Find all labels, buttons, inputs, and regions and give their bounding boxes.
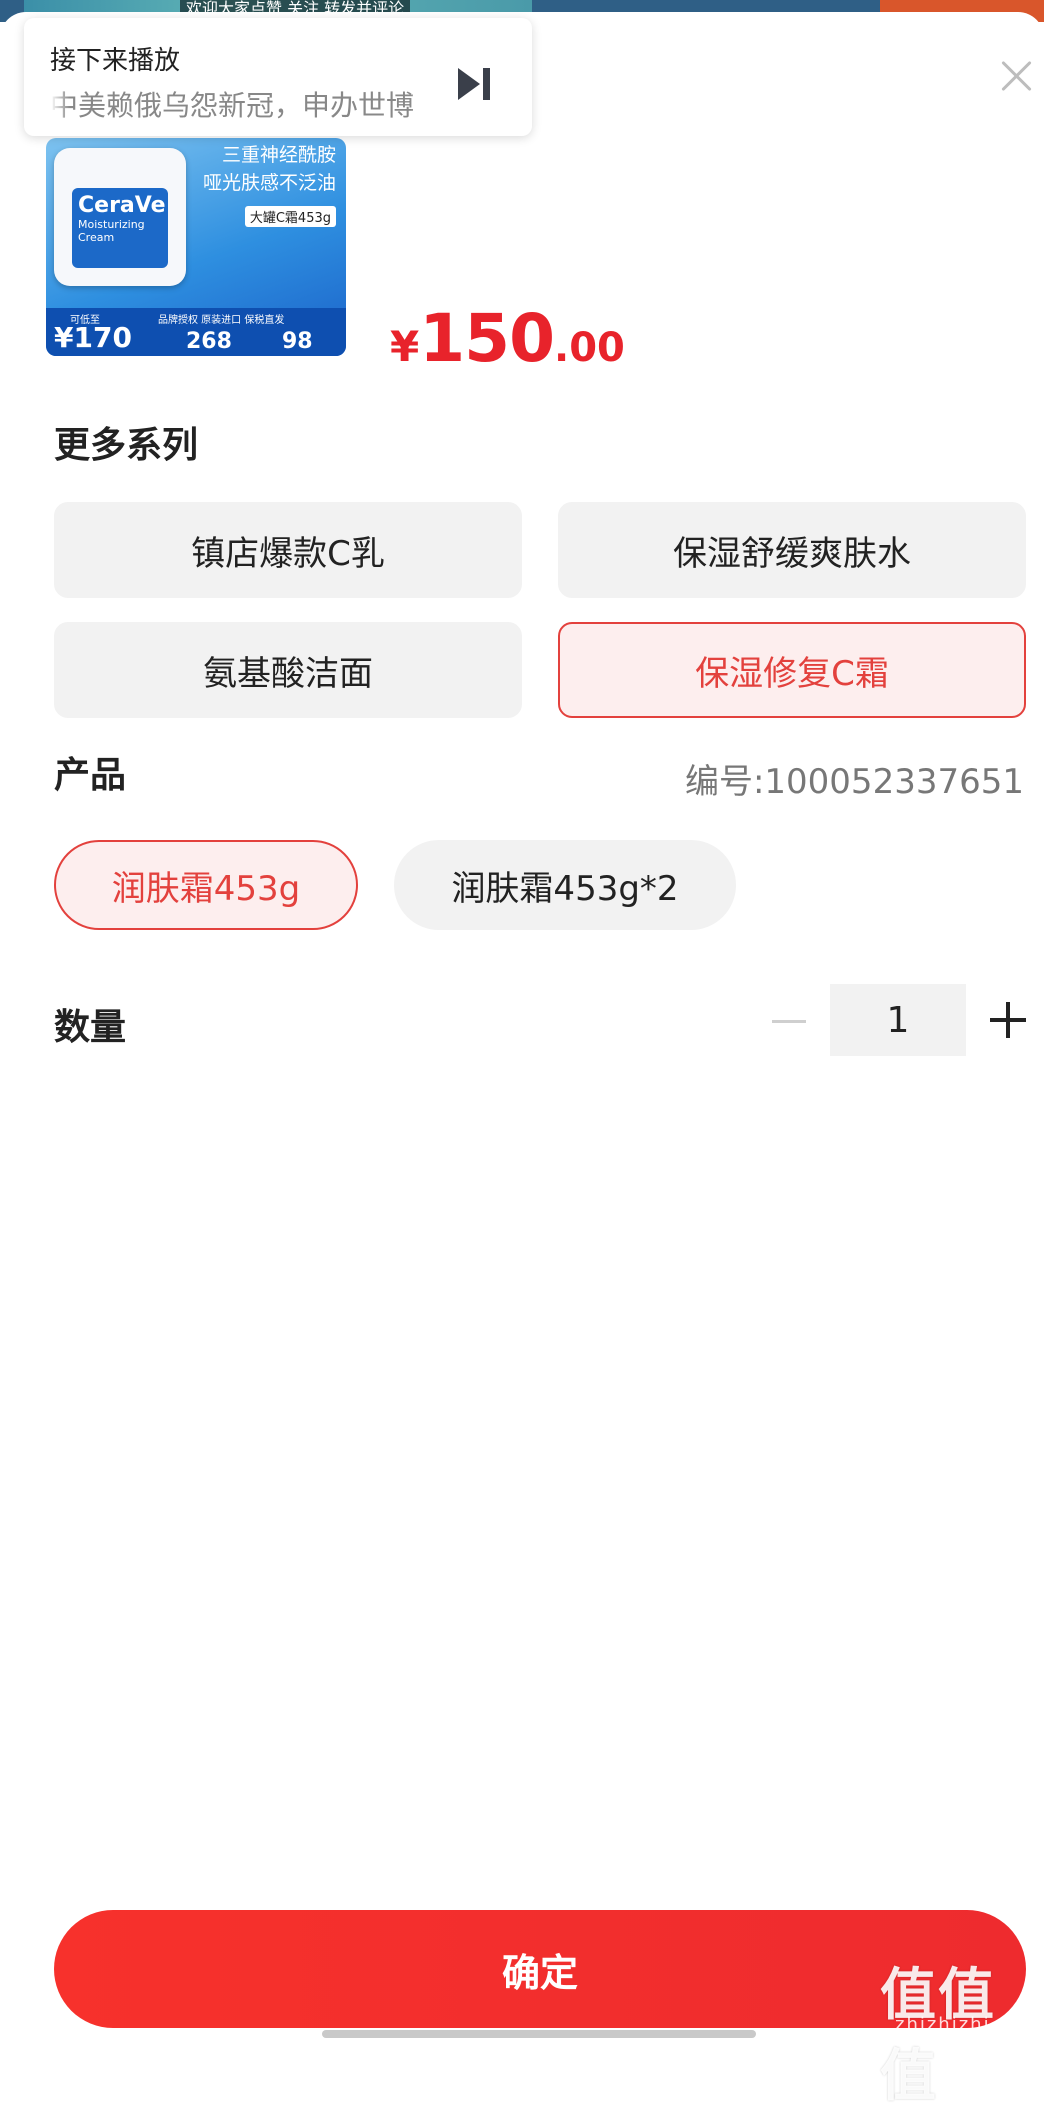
brand-logo: CeraVe bbox=[78, 193, 166, 218]
product-option-selected[interactable]: 润肤霜453g bbox=[54, 840, 358, 930]
jar-subtitle: Moisturizing Cream bbox=[78, 218, 145, 244]
product-section-title: 产品 bbox=[54, 755, 127, 796]
image-badges: 品牌授权 原装进口 保税直发 bbox=[158, 315, 285, 326]
series-option-selected[interactable]: 保湿修复C霜 bbox=[558, 622, 1026, 718]
image-headline-1: 三重神经酰胺 bbox=[221, 144, 336, 166]
image-value-2: 98 bbox=[282, 329, 313, 354]
up-next-video-title: 中美赖俄乌怨新冠，申办世博 bbox=[50, 89, 415, 122]
image-headline-2: 哑光肤感不泛油 bbox=[202, 172, 336, 194]
close-icon[interactable] bbox=[996, 56, 1036, 96]
price-decimal: .00 bbox=[554, 325, 625, 371]
product-image: CeraVe Moisturizing Cream 三重神经酰胺 哑光肤感不泛油… bbox=[46, 138, 346, 356]
up-next-title: 接下来播放 bbox=[50, 46, 181, 76]
quantity-label: 数量 bbox=[54, 1007, 127, 1048]
watermark-url: zhizhizhi.com bbox=[895, 2014, 1043, 2035]
price-integer: 150 bbox=[419, 300, 555, 377]
series-option[interactable]: 氨基酸洁面 bbox=[54, 622, 522, 718]
product-price: ¥150.00 bbox=[390, 300, 625, 377]
plus-icon[interactable] bbox=[990, 1002, 1026, 1038]
series-option[interactable]: 保湿舒缓爽肤水 bbox=[558, 502, 1026, 598]
image-size-tag: 大罐C霜453g bbox=[244, 206, 336, 227]
product-option[interactable]: 润肤霜453g*2 bbox=[394, 840, 736, 930]
price-currency: ¥ bbox=[390, 322, 420, 371]
home-indicator bbox=[322, 2030, 756, 2038]
series-option[interactable]: 镇店爆款C乳 bbox=[54, 502, 522, 598]
image-price-strip: 可低至 ¥170 品牌授权 原装进口 保税直发 268 98 bbox=[46, 308, 346, 356]
quantity-value[interactable]: 1 bbox=[830, 984, 966, 1056]
minus-icon bbox=[772, 1020, 806, 1023]
product-jar: CeraVe Moisturizing Cream bbox=[54, 148, 186, 286]
skip-next-icon[interactable] bbox=[454, 64, 494, 104]
product-code: 编号:100052337651 bbox=[684, 762, 1024, 802]
up-next-card[interactable]: 接下来播放 中美赖俄乌怨新冠，申办世博 bbox=[24, 18, 532, 136]
image-value-1: 268 bbox=[186, 329, 232, 354]
series-title: 更多系列 bbox=[54, 425, 199, 466]
image-low-price: ¥170 bbox=[54, 321, 132, 354]
